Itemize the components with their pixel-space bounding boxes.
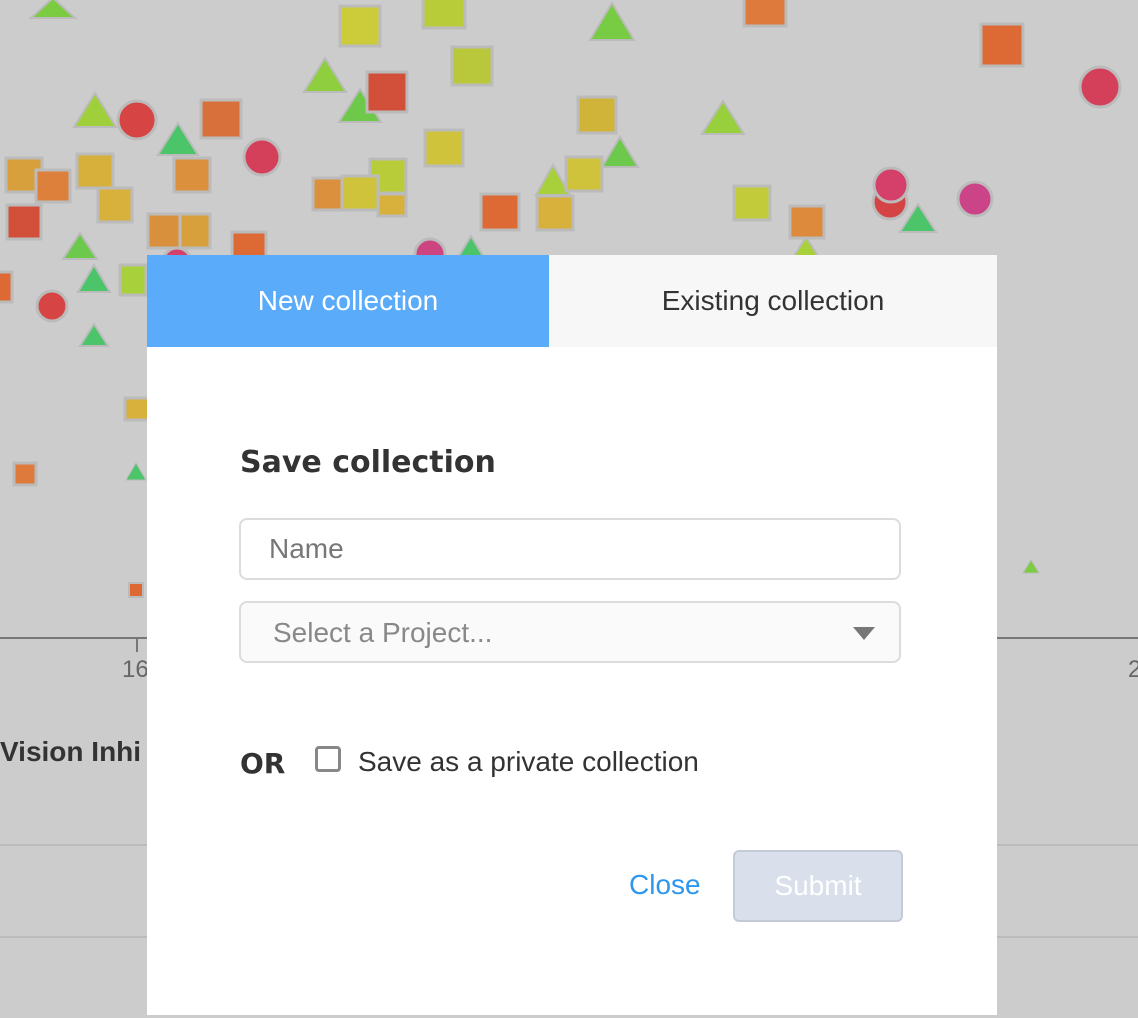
marker-square — [421, 0, 467, 30]
marker-triangle — [302, 56, 348, 93]
marker-square — [128, 582, 144, 598]
marker-triangle — [78, 322, 110, 347]
marker-square — [12, 461, 38, 487]
marker-square — [172, 156, 212, 194]
form-title: Save collection — [240, 445, 496, 480]
project-select[interactable]: Select a Project... — [239, 601, 901, 663]
marker-square — [742, 0, 788, 28]
marker-square — [376, 192, 408, 218]
marker-square — [311, 176, 347, 212]
x-axis-tick-label: 2 — [1128, 656, 1138, 683]
marker-triangle — [156, 121, 200, 156]
collection-name-input[interactable] — [239, 518, 901, 580]
marker-square — [199, 98, 243, 140]
marker-square — [338, 4, 382, 48]
project-select-placeholder: Select a Project... — [273, 617, 493, 648]
marker-triangle — [1022, 559, 1040, 574]
marker-square — [118, 263, 148, 297]
marker-triangle — [28, 0, 78, 19]
submit-button[interactable]: Submit — [733, 850, 903, 922]
marker-square — [5, 203, 43, 241]
private-collection-label[interactable]: Save as a private collection — [358, 746, 699, 778]
marker-square — [75, 152, 115, 190]
marker-square — [34, 168, 72, 204]
marker-circle — [1078, 65, 1122, 109]
caret-down-icon — [853, 627, 875, 640]
marker-circle — [956, 180, 994, 218]
marker-circle — [35, 289, 69, 323]
marker-square — [450, 45, 494, 87]
marker-circle — [116, 99, 158, 141]
marker-square — [365, 70, 409, 114]
marker-square — [576, 95, 618, 135]
marker-square — [423, 128, 465, 168]
save-collection-modal: New collection Existing collection Save … — [147, 255, 997, 1015]
marker-triangle — [700, 99, 746, 135]
marker-circle — [872, 166, 910, 204]
marker-square — [123, 396, 151, 422]
marker-square — [732, 184, 772, 222]
background-section-label: Vision Inhi — [0, 736, 142, 767]
or-label: OR — [240, 747, 286, 780]
marker-triangle — [125, 462, 147, 481]
marker-square — [146, 212, 184, 250]
private-collection-checkbox[interactable] — [315, 746, 341, 772]
marker-triangle — [61, 231, 99, 260]
marker-square — [178, 212, 212, 250]
x-axis-tick-label: 16 — [122, 656, 149, 683]
marker-square — [979, 22, 1025, 68]
tab-new-collection[interactable]: New collection — [147, 255, 549, 347]
marker-circle — [242, 137, 282, 177]
collection-tabs: New collection Existing collection — [147, 255, 997, 347]
marker-square — [564, 155, 604, 193]
marker-square — [0, 270, 14, 304]
close-button[interactable]: Close — [629, 869, 701, 901]
marker-triangle — [792, 235, 820, 257]
marker-square — [96, 186, 134, 224]
marker-square — [479, 192, 521, 232]
marker-square — [535, 194, 575, 232]
marker-triangle — [72, 91, 118, 128]
marker-triangle — [457, 234, 485, 257]
marker-triangle — [76, 263, 112, 293]
marker-square — [788, 204, 826, 240]
tab-existing-collection[interactable]: Existing collection — [549, 255, 997, 347]
marker-triangle — [600, 135, 640, 168]
marker-triangle — [588, 1, 636, 41]
marker-square — [340, 174, 380, 212]
